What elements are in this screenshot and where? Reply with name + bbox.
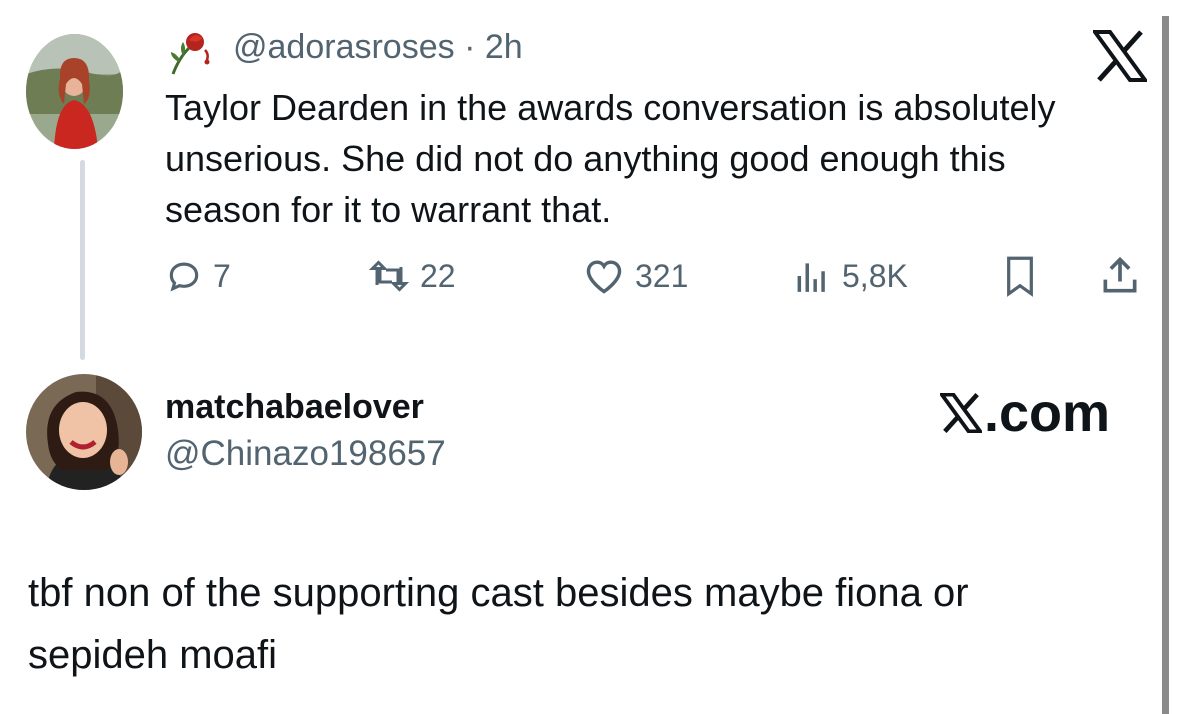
tweet-author-handle[interactable]: @adorasroses · 2h [233,28,523,67]
reply-count: 7 [213,257,231,294]
retweet-count: 22 [420,257,456,294]
x-logo-icon [940,393,982,433]
like-count: 321 [635,257,689,294]
rose-icon [165,28,213,76]
like-icon [586,260,622,294]
bookmark-icon [1007,256,1033,297]
reply-button[interactable]: 7 [165,252,231,300]
share-icon [1103,256,1137,293]
reply-text-line: tbf non of the supporting cast besides m… [28,571,969,615]
avatar-adorasroses[interactable] [26,34,123,149]
views-icon [797,263,825,292]
x-logo-icon [1091,30,1149,82]
reply-author-name[interactable]: matchabaelover [165,388,424,427]
retweet-button[interactable]: 22 [368,252,456,300]
bookmark-button[interactable] [1000,252,1040,300]
tweet-text: Taylor Dearden in the awards conversatio… [165,87,1056,230]
avatar-matchabaelover[interactable] [26,374,142,490]
thread-line [80,160,85,360]
views-button[interactable]: 5,8K [792,252,908,300]
scrollbar[interactable] [1162,16,1169,714]
retweet-icon [368,260,410,292]
reply-text-line: sepideh moafi [28,633,278,677]
reply-icon [169,262,199,292]
views-count: 5,8K [842,257,908,294]
reply-text: tbf non of the supporting cast besides m… [28,562,1148,686]
tweet-timestamp[interactable]: · 2h [464,28,523,66]
x-com-branding: .com [940,382,1110,444]
x-com-suffix: .com [984,383,1111,443]
reply-author-handle[interactable]: @Chinazo198657 [165,434,446,474]
like-button[interactable]: 321 [583,252,688,300]
share-button[interactable] [1098,252,1142,300]
